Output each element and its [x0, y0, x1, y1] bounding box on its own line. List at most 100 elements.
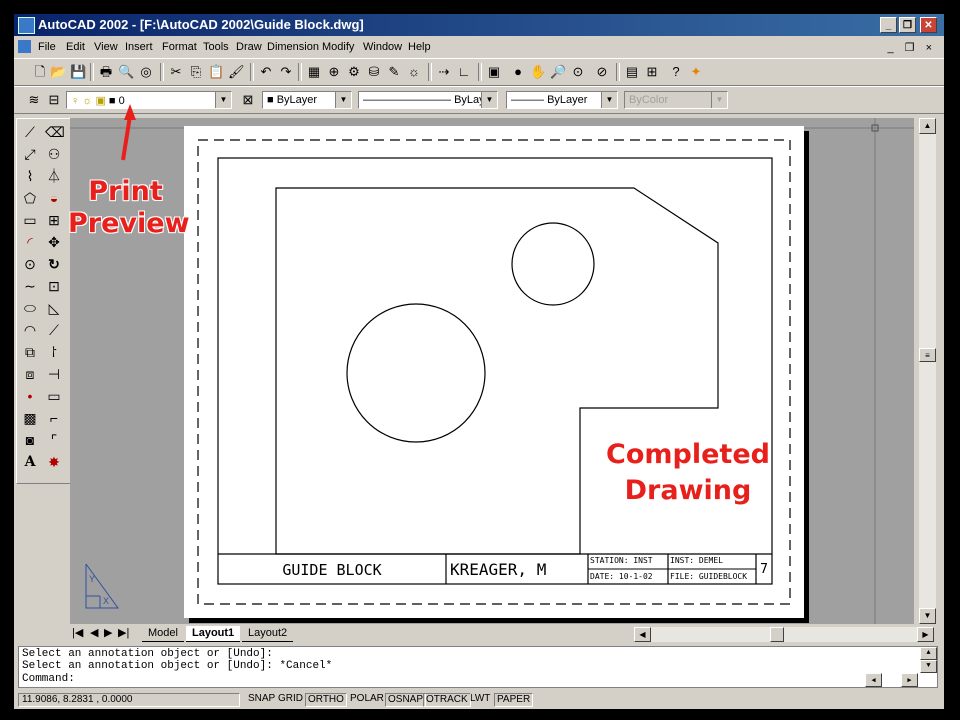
cut-icon[interactable]: ✂ [168, 64, 184, 80]
fillet-icon[interactable]: ⌜ [45, 431, 63, 449]
tab-prev-button[interactable]: ◀ [90, 626, 98, 641]
tab-layout2[interactable]: Layout2 [242, 626, 294, 642]
pan-icon[interactable]: ✋ [530, 64, 546, 80]
cmd-scroll-left[interactable]: ◀ [865, 673, 882, 687]
lineweight-dropdown[interactable]: ——— ByLayer ▼ [506, 91, 618, 109]
undo-icon[interactable]: ↶ [258, 64, 274, 80]
menu-edit[interactable]: Edit [66, 41, 85, 53]
scale-icon[interactable]: ⊡ [45, 277, 63, 295]
chevron-down-icon[interactable]: ▼ [215, 92, 231, 108]
tab-next-button[interactable]: ▶ [104, 626, 112, 641]
hatch-icon[interactable]: ▩ [21, 409, 39, 427]
menu-tools[interactable]: Tools [203, 41, 229, 53]
grid-toggle[interactable]: GRID [276, 693, 305, 707]
scroll-down-button[interactable]: ▼ [919, 608, 936, 624]
named-views-icon[interactable]: ▣ [486, 64, 502, 80]
tool-palette-icon[interactable]: ⚙ [346, 64, 362, 80]
markup-icon[interactable]: ✎ [386, 64, 402, 80]
lengthen-icon[interactable]: ⟋ [45, 321, 63, 339]
help-icon[interactable]: ? [668, 64, 684, 80]
otrack-toggle[interactable]: OTRACK [423, 693, 471, 707]
mirror-icon[interactable]: ⏃ [45, 167, 63, 185]
open-file-icon[interactable]: 📂 [50, 64, 66, 80]
layer-previous-icon[interactable]: ⊟ [46, 92, 62, 108]
copy-object-icon[interactable]: ⚇ [45, 145, 63, 163]
command-prompt[interactable]: Command: [22, 673, 75, 685]
tab-first-button[interactable]: |◀ [72, 626, 83, 641]
cmd-scroll-down[interactable]: ▼ [920, 660, 937, 673]
today-icon[interactable]: ☼ [406, 64, 422, 80]
spline-icon[interactable]: ∼ [21, 277, 39, 295]
ellipse-icon[interactable]: ⬭ [21, 299, 39, 317]
menu-draw[interactable]: Draw [236, 41, 262, 53]
rotate-icon[interactable]: ↻ [45, 255, 63, 273]
3d-orbit-icon[interactable]: ● [510, 64, 526, 80]
circle-icon[interactable]: ⊙ [21, 255, 39, 273]
paper-toggle[interactable]: PAPER [494, 693, 534, 707]
polar-toggle[interactable]: POLAR [348, 693, 386, 707]
chevron-down-icon[interactable]: ▼ [601, 92, 617, 108]
cmd-scroll-right[interactable]: ▶ [901, 673, 918, 687]
plot-icon[interactable]: 🖶 [98, 64, 114, 80]
new-file-icon[interactable]: 🗋 [32, 64, 48, 80]
design-center-icon[interactable]: ▦ [306, 64, 322, 80]
layer-dropdown[interactable]: ♀ ☼ ▣ ■ 0 ▼ [66, 91, 232, 109]
autocad-app-icon[interactable] [18, 17, 35, 34]
stretch-icon[interactable]: ◺ [45, 299, 63, 317]
multiline-text-icon[interactable]: A [21, 453, 39, 471]
minimize-button[interactable]: _ [880, 17, 897, 33]
copy-icon[interactable]: ⎘ [188, 64, 204, 80]
coordinate-display[interactable]: 11.9086, 8.2831 , 0.0000 [18, 693, 240, 707]
extend-icon[interactable]: ⊣ [45, 365, 63, 383]
polygon-icon[interactable]: ⬠ [21, 189, 39, 207]
save-icon[interactable]: 💾 [70, 64, 86, 80]
menu-view[interactable]: View [94, 41, 118, 53]
drawing-canvas[interactable]: Y X GUIDE BLOCK KREAGER, M STATION: INST… [70, 118, 914, 624]
region-icon[interactable]: ◙ [21, 431, 39, 449]
lwt-toggle[interactable]: LWT [468, 693, 492, 707]
scroll-up-button[interactable]: ▲ [919, 118, 936, 134]
print-preview-icon[interactable]: 🔍 [118, 64, 134, 80]
tab-layout1[interactable]: Layout1 [186, 626, 241, 642]
dbconnect-icon[interactable]: ⛁ [366, 64, 382, 80]
zoom-realtime-icon[interactable]: 🔎 [550, 64, 566, 80]
tab-last-button[interactable]: ▶| [118, 626, 129, 641]
list-icon[interactable]: ▤ [624, 64, 640, 80]
offset-icon[interactable]: ◒ [45, 189, 63, 207]
mdi-window-controls[interactable]: _ ❐ × [887, 41, 936, 54]
menu-dimension[interactable]: Dimension [267, 41, 319, 53]
menu-help[interactable]: Help [408, 41, 431, 53]
tab-model[interactable]: Model [142, 626, 184, 642]
explode-icon[interactable]: ✸ [45, 453, 63, 471]
hatch-edit-icon[interactable]: ⊞ [644, 64, 660, 80]
ucs-icon[interactable]: ∟ [456, 64, 472, 80]
color-dropdown[interactable]: ■ ByLayer ▼ [262, 91, 352, 109]
line-icon[interactable]: ⟋ [21, 123, 39, 141]
snap-toggle[interactable]: SNAP [246, 693, 277, 707]
menu-file[interactable]: File [38, 41, 56, 53]
measure-icon[interactable]: ⇢ [436, 64, 452, 80]
erase-icon[interactable]: ⌫ [45, 123, 65, 141]
cmd-scroll-up[interactable]: ▲ [920, 647, 937, 660]
insert-block-icon[interactable]: ⧉ [21, 343, 39, 361]
match-properties-icon[interactable]: 🖌 [228, 64, 245, 80]
construction-line-icon[interactable]: ⤢ [21, 145, 39, 163]
redo-icon[interactable]: ↷ [278, 64, 294, 80]
chevron-down-icon[interactable]: ▼ [335, 92, 351, 108]
chamfer-icon[interactable]: ⌐ [45, 409, 63, 427]
properties-icon[interactable]: ⊕ [326, 64, 342, 80]
paste-icon[interactable]: 📋 [208, 64, 224, 80]
h-scroll-thumb[interactable] [770, 627, 784, 642]
zoom-previous-icon[interactable]: ⊘ [594, 64, 610, 80]
menu-insert[interactable]: Insert [125, 41, 153, 53]
point-icon[interactable]: • [21, 387, 39, 405]
linetype-dropdown[interactable]: ———————— ByLayer ▼ [358, 91, 498, 109]
vertical-scrollbar[interactable]: ▲ ≡ ▼ [919, 118, 936, 624]
layer-manager-icon[interactable]: ≋ [26, 92, 42, 108]
polyline-icon[interactable]: ⌇ [21, 167, 39, 185]
close-button[interactable]: ✕ [920, 17, 937, 33]
menu-modify[interactable]: Modify [322, 41, 354, 53]
zoom-window-icon[interactable]: ⊙ [570, 64, 586, 80]
rectangle-icon[interactable]: ▭ [21, 211, 39, 229]
make-layer-current-icon[interactable]: ⊠ [240, 92, 256, 108]
